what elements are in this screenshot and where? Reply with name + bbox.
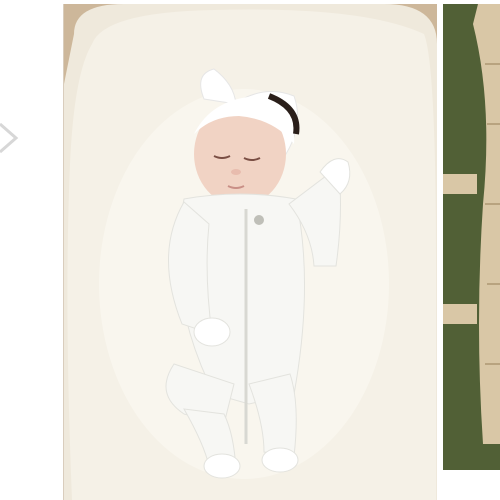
previous-image-slide[interactable] bbox=[0, 0, 63, 500]
image-gallery-carousel bbox=[0, 0, 500, 500]
next-image-slide[interactable] bbox=[443, 4, 500, 470]
next-image-bottom-gap bbox=[443, 470, 500, 500]
chevron-left-icon[interactable] bbox=[0, 120, 24, 156]
product-photo-main[interactable] bbox=[64, 4, 437, 500]
